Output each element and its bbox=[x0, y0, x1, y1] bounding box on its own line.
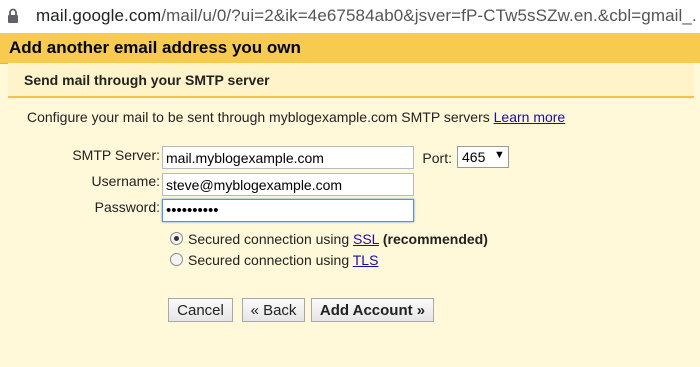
add-account-button[interactable]: Add Account » bbox=[311, 298, 434, 322]
url-text[interactable]: mail.google.com/mail/u/0/?ui=2&ik=4e6758… bbox=[36, 6, 696, 26]
url-path: /mail/u/0/?ui=2&ik=4e67584ab0&jsver=fP-C… bbox=[161, 6, 696, 25]
port-label: Port: bbox=[422, 150, 452, 166]
username-label: Username: bbox=[91, 173, 160, 189]
dialog-title-bar: Add another email address you own bbox=[0, 33, 700, 64]
ssl-link[interactable]: SSL bbox=[353, 231, 379, 247]
url-host: mail.google.com bbox=[36, 6, 162, 25]
password-label: Password: bbox=[94, 199, 160, 215]
learn-more-link[interactable]: Learn more bbox=[494, 109, 566, 125]
port-select[interactable]: 465 ▼ bbox=[457, 146, 509, 168]
recommended-label: (recommended) bbox=[382, 231, 488, 247]
chevron-down-icon: ▼ bbox=[494, 149, 505, 161]
dialog-title: Add another email address you own bbox=[9, 38, 301, 57]
username-input[interactable] bbox=[162, 173, 414, 196]
section-header: Send mail through your SMTP server bbox=[8, 63, 694, 98]
address-bar[interactable]: mail.google.com/mail/u/0/?ui=2&ik=4e6758… bbox=[0, 0, 700, 34]
description-label: Configure your mail to be sent through m… bbox=[27, 109, 490, 125]
tls-option-label: Secured connection using bbox=[188, 252, 350, 268]
ssl-option-label: Secured connection using bbox=[188, 231, 350, 247]
cancel-button[interactable]: Cancel bbox=[168, 298, 233, 322]
password-input[interactable] bbox=[162, 199, 414, 222]
tls-radio[interactable] bbox=[170, 253, 183, 266]
description-text: Configure your mail to be sent through m… bbox=[27, 109, 565, 125]
smtp-server-label: SMTP Server: bbox=[72, 147, 160, 163]
tls-option[interactable]: Secured connection using TLS bbox=[170, 252, 378, 268]
port-value: 465 bbox=[462, 149, 486, 165]
section-title: Send mail through your SMTP server bbox=[24, 72, 270, 88]
lock-icon bbox=[8, 8, 18, 23]
ssl-radio[interactable] bbox=[170, 232, 183, 245]
ssl-option[interactable]: Secured connection using SSL (recommende… bbox=[170, 231, 488, 247]
back-button[interactable]: « Back bbox=[242, 298, 305, 322]
tls-link[interactable]: TLS bbox=[353, 252, 379, 268]
